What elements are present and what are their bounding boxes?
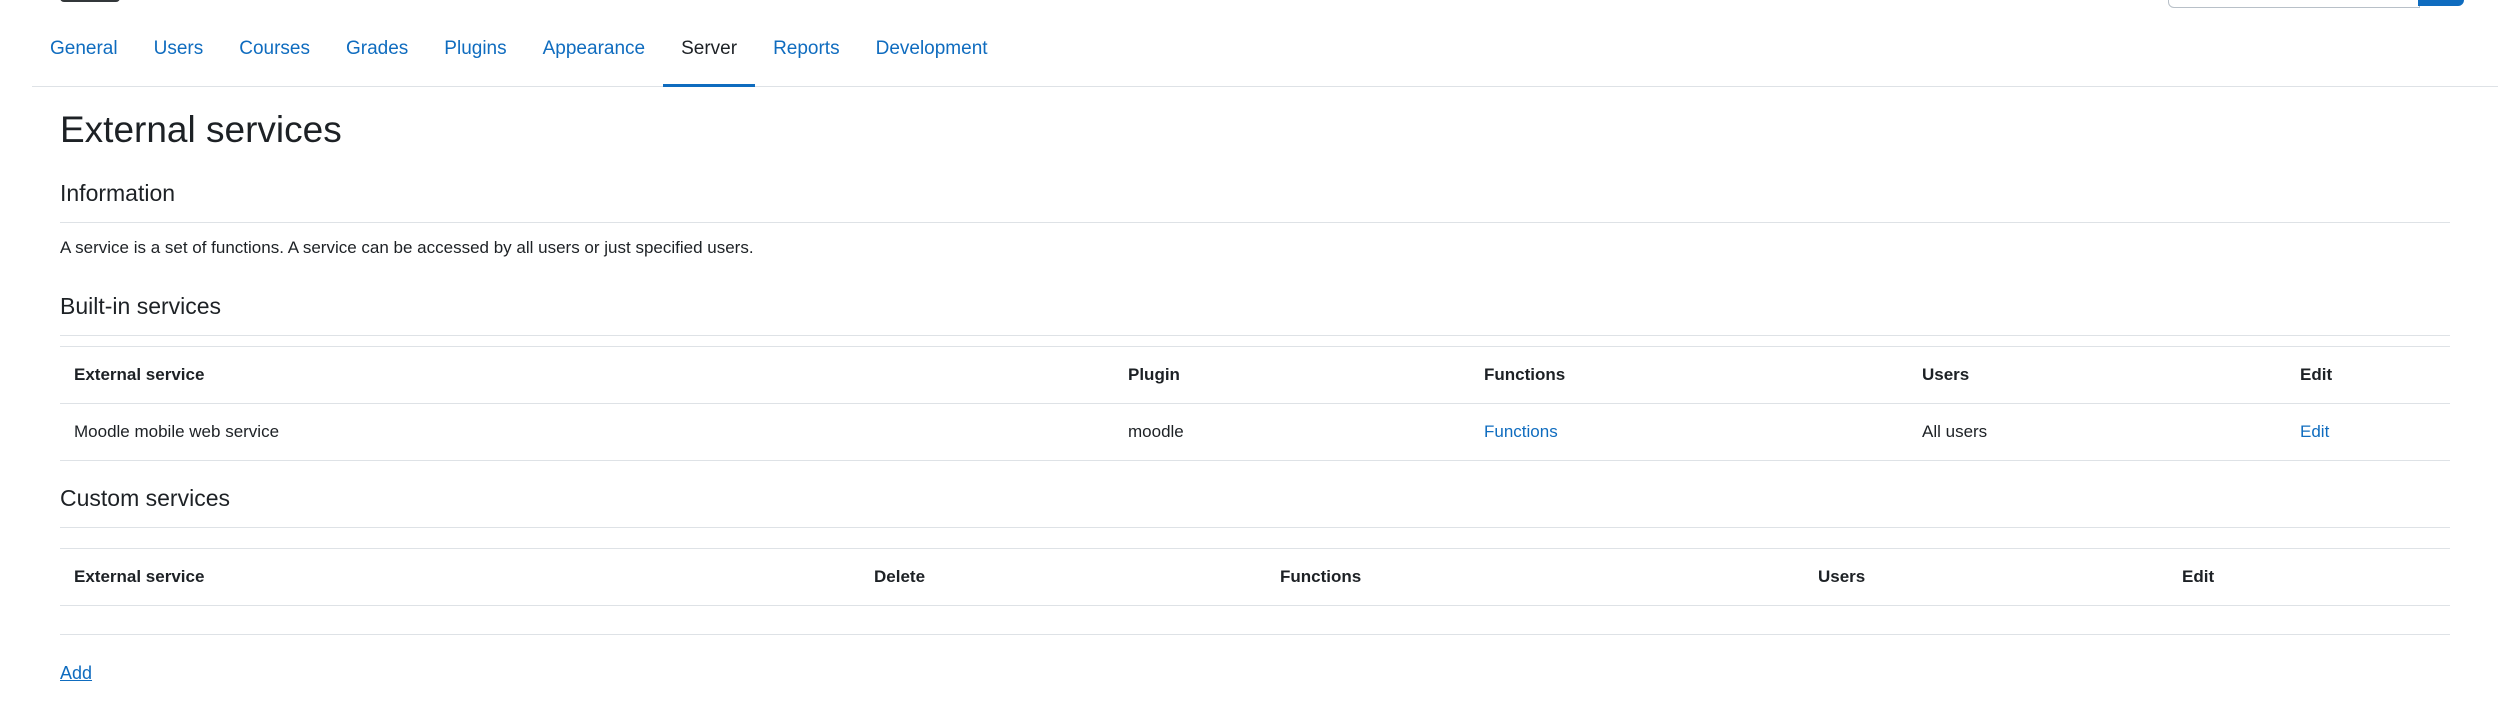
custom-services-title: Custom services: [60, 485, 230, 511]
col-header-delete: Delete: [860, 548, 1266, 606]
table-row: Moodle mobile web service moodle Functio…: [60, 403, 2450, 461]
table-header-row: External service Delete Functions Users …: [60, 548, 2450, 606]
builtin-services-section: Built-in services External service Plugi…: [60, 291, 2450, 461]
tab-users[interactable]: Users: [136, 14, 222, 86]
tab-general[interactable]: General: [32, 14, 136, 86]
admin-tab-nav: General Users Courses Grades Plugins App…: [32, 14, 2498, 87]
col-header-users: Users: [1804, 548, 2168, 606]
page-title: External services: [60, 109, 342, 150]
custom-services-table: External service Delete Functions Users …: [60, 548, 2450, 606]
edit-link[interactable]: Edit: [2300, 422, 2329, 441]
section-divider: [60, 335, 2450, 336]
service-name: Moodle mobile web service: [60, 403, 1114, 461]
search-button[interactable]: [2418, 0, 2464, 6]
page-heading-cropped: [60, 0, 120, 2]
col-header-edit: Edit: [2286, 346, 2450, 404]
section-divider: [60, 222, 2450, 223]
tab-reports[interactable]: Reports: [755, 14, 858, 86]
table-header-row: External service Plugin Functions Users …: [60, 346, 2450, 404]
col-header-external-service: External service: [60, 346, 1114, 404]
information-text: A service is a set of functions. A servi…: [60, 238, 754, 257]
search-input[interactable]: [2168, 0, 2420, 8]
service-users: All users: [1908, 403, 2286, 461]
tab-grades[interactable]: Grades: [328, 14, 426, 86]
builtin-services-table: External service Plugin Functions Users …: [60, 346, 2450, 461]
functions-link[interactable]: Functions: [1484, 422, 1558, 441]
information-title: Information: [60, 180, 176, 206]
col-header-users: Users: [1908, 346, 2286, 404]
main-content: External services Information A service …: [60, 86, 2450, 684]
col-header-functions: Functions: [1470, 346, 1908, 404]
builtin-services-title: Built-in services: [60, 293, 222, 319]
tab-courses[interactable]: Courses: [221, 14, 328, 86]
information-section: Information A service is a set of functi…: [60, 178, 2450, 261]
col-header-functions: Functions: [1266, 548, 1804, 606]
tab-server[interactable]: Server: [663, 14, 756, 87]
col-header-external-service: External service: [60, 548, 860, 606]
col-header-edit: Edit: [2168, 548, 2450, 606]
tab-appearance[interactable]: Appearance: [525, 14, 663, 86]
custom-services-section: Custom services External service Delete …: [60, 483, 2450, 684]
edit-cell: Edit: [2286, 403, 2450, 461]
col-header-plugin: Plugin: [1114, 346, 1470, 404]
service-plugin: moodle: [1114, 403, 1470, 461]
section-divider: [60, 634, 2450, 635]
functions-cell: Functions: [1470, 403, 1908, 461]
tab-development[interactable]: Development: [858, 14, 1006, 86]
section-divider: [60, 527, 2450, 528]
add-service-link[interactable]: Add: [60, 663, 92, 684]
tab-plugins[interactable]: Plugins: [426, 14, 524, 86]
